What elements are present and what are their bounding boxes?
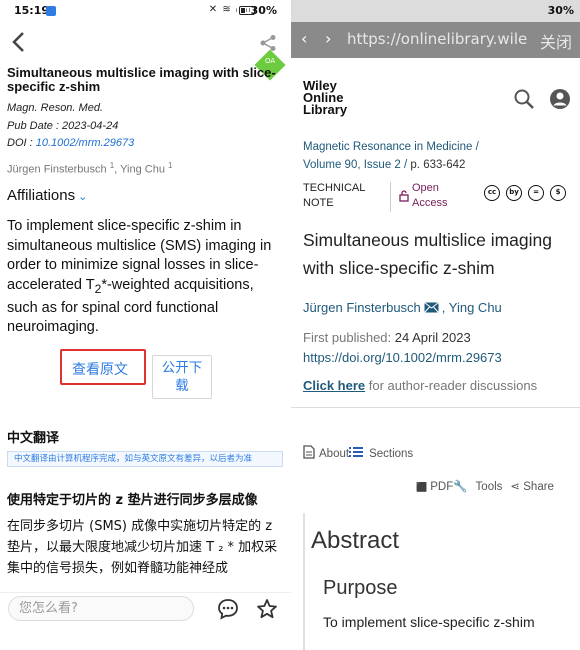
sections-tab[interactable]: Sections [369, 448, 413, 460]
battery-percent: 30% [250, 4, 277, 17]
journal-breadcrumb: Magnetic Resonance in Medicine / Volume … [303, 138, 573, 174]
user-account-icon[interactable] [549, 88, 571, 110]
pub-date: Pub Date : 2023-04-24 [7, 120, 119, 132]
author-name[interactable]: Jürgen Finsterbusch [7, 164, 107, 176]
back-arrow-icon[interactable] [10, 30, 28, 54]
mail-icon[interactable] [423, 302, 439, 313]
affiliations-toggle[interactable]: Affiliations ⌄ [7, 187, 87, 204]
bottom-action-bar: 您怎么看? [0, 592, 291, 632]
article-nav: About Sections [303, 445, 413, 460]
tools-button[interactable]: Tools [476, 481, 503, 493]
article-title: Simultaneous multislice imaging with sli… [303, 230, 552, 278]
shield-icon [46, 6, 56, 16]
pdf-icon: ⬛ [416, 482, 428, 492]
divider [291, 407, 580, 408]
click-here-link[interactable]: Click here [303, 378, 365, 393]
wrench-icon: 🔧 [453, 481, 468, 493]
authors-line: Jürgen Finsterbusch, Ying Chu [303, 300, 502, 315]
share-button[interactable]: Share [523, 481, 554, 493]
share-icon[interactable] [259, 34, 277, 52]
browser-url-bar: ‹ › https://onlinelibrary.wiley.com 关闭 [291, 22, 580, 58]
view-original-button[interactable]: 查看原文 [60, 349, 146, 385]
doi-link[interactable]: https://doi.org/10.1002/mrm.29673 [303, 350, 502, 365]
browser-back-icon[interactable]: ‹ [301, 29, 307, 48]
comment-icon[interactable] [217, 598, 239, 620]
browser-forward-icon[interactable]: › [325, 29, 331, 48]
open-access-label: Open Access [412, 182, 448, 209]
first-published: First published: 24 April 2023 [303, 330, 471, 345]
comment-input[interactable]: 您怎么看? [8, 596, 194, 621]
close-browser-button[interactable]: 关闭 [540, 29, 572, 53]
browser-panel: 30% ‹ › https://onlinelibrary.wiley.com … [291, 0, 580, 650]
pdf-button[interactable]: PDF [430, 481, 453, 493]
cc-by-icon: by [506, 185, 522, 201]
author-link[interactable]: Jürgen Finsterbusch [303, 300, 421, 315]
author-name[interactable]: Ying Chu [120, 164, 165, 176]
abstract-text: To implement slice-specific z-shim in si… [7, 218, 272, 336]
author-reader-discussion: Click here for author-reader discussions [303, 378, 538, 393]
status-bar: 15:19 ✕ ≋ ᵢₗ ᵢₗ 30% [0, 0, 291, 22]
chevron-down-icon: ⌄ [78, 191, 88, 203]
about-tab[interactable]: About [319, 448, 349, 460]
purpose-heading: Purpose [323, 577, 398, 599]
divider [390, 182, 391, 212]
doi-line: DOI : 10.1002/mrm.29673 [7, 137, 135, 149]
journal-link[interactable]: Magnetic Resonance in Medicine / [303, 138, 573, 156]
app-top-bar [0, 22, 291, 62]
article-tools: ⬛ PDF🔧 Tools ⋖ Share [416, 479, 554, 493]
translation-disclaimer: 中文翻译由计算机程序完成，如与英文原文有差异，以后者为准 [7, 451, 283, 467]
document-icon [303, 445, 315, 459]
share-icon: ⋖ [510, 481, 521, 493]
issue-link[interactable]: Volume 90, Issue 2 / [303, 159, 407, 171]
author-link[interactable]: Ying Chu [449, 300, 502, 315]
authors-line: Jürgen Finsterbusch 1, Ying Chu 1 [7, 161, 173, 176]
reader-panel: 15:19 ✕ ≋ ᵢₗ ᵢₗ 30% OA Simultaneous mult… [0, 0, 291, 650]
wiley-online-library-logo[interactable]: Wiley Online Library [303, 79, 347, 116]
abstract-heading: Abstract [311, 527, 400, 554]
cc-nc-icon: $ [550, 185, 566, 201]
search-icon[interactable] [513, 88, 535, 110]
cc-nd-icon: = [528, 185, 544, 201]
chinese-translation-heading: 中文翻译 [7, 431, 60, 446]
article-type: TECHNICAL NOTE [303, 182, 366, 209]
public-download-button[interactable]: 公开下 载 [152, 355, 212, 399]
chinese-abstract: 在同步多切片 (SMS) 成像中实施切片特定的 z 垫片，以最大限度地减少切片加… [7, 519, 278, 576]
battery-percent: 30% [547, 4, 574, 17]
url-text[interactable]: https://onlinelibrary.wiley.com [347, 30, 527, 48]
status-time: 15:19 [14, 4, 50, 17]
abstract-text: To implement slice-specific z-shim [323, 614, 535, 630]
star-icon[interactable] [256, 598, 278, 620]
status-bar: 30% [291, 0, 580, 22]
cc-icon: cc [484, 185, 500, 201]
article-title: Simultaneous multislice imaging with sli… [7, 65, 276, 94]
journal-name: Magn. Reson. Med. [7, 102, 103, 114]
list-icon [349, 447, 364, 457]
doi-link[interactable]: 10.1002/mrm.29673 [36, 137, 134, 149]
chinese-title: 使用特定于切片的 z 垫片进行同步多层成像 [7, 493, 258, 508]
page-range: p. 633-642 [410, 159, 466, 171]
